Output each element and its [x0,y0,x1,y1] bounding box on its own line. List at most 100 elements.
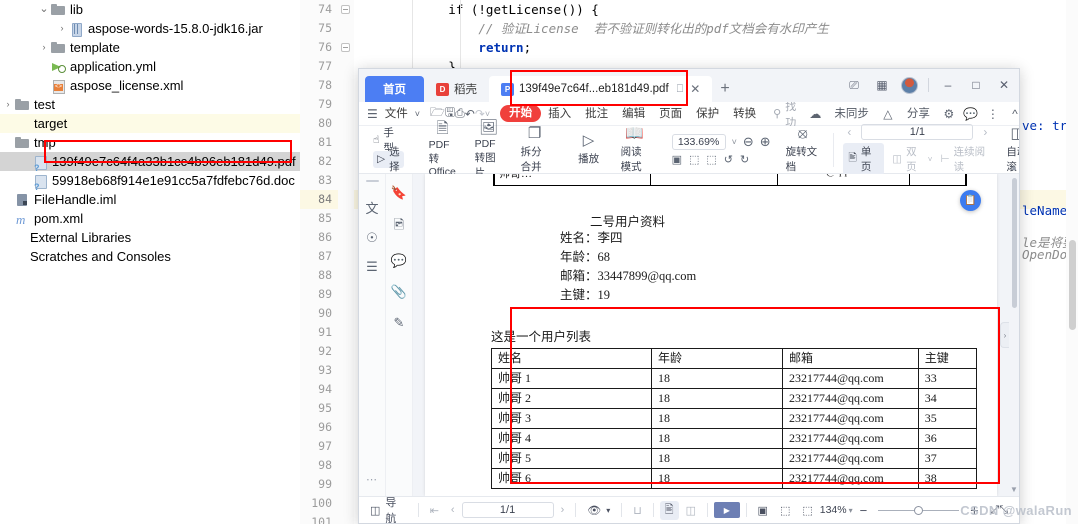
pager-group[interactable]: ‹ 1/1 › 🖹 单页 ◫ 双页 ˅ ⊢ 连续阅读 [837,124,997,175]
tree-item[interactable]: › test [0,95,300,114]
pdf-to-office-button[interactable]: 🗎 PDF转Office [420,121,466,179]
tree-item[interactable]: ⌄ lib [0,0,300,19]
rotate-right-icon[interactable]: ↻ [740,153,749,166]
panel-rail[interactable]: 🔖 🖻 💬 📎 ✎ [386,174,413,496]
attachment-icon[interactable]: 📎 [391,284,407,300]
view-mode-single[interactable]: 🖹 单页 [843,143,885,175]
tab-strip[interactable]: 首页 D 稻壳 P 139f49e7c64f...eb181d49.pdf ⎕ … [359,69,1019,102]
page-scrollbar-thumb[interactable] [1012,178,1017,308]
tree-item[interactable]: Scratches and Consoles [0,247,300,266]
editor-scrollbar-thumb[interactable] [1069,240,1076,330]
reading-mode-button[interactable]: 📖 阅读模式 [612,125,658,173]
close-button[interactable]: ✕ [995,78,1013,92]
copy-compare-icon[interactable]: 📋 [960,190,981,211]
chevron-down-icon[interactable]: ▾ [849,506,853,515]
fit-visible-icon[interactable]: ⬚ [797,504,817,517]
tab-pdf-file[interactable]: P 139f49e7c64f...eb181d49.pdf ⎕ ✕ [489,76,713,102]
tree-item[interactable]: target [0,114,300,133]
maximize-button[interactable]: □ [967,78,985,92]
left-tool-rail[interactable]: 文 ☉ ☰ ⋯ [359,174,386,496]
eye-icon[interactable]: 👁 ▾ [582,504,615,517]
play-button[interactable]: ▷ 播放 [566,128,612,172]
sync-status-label[interactable]: 未同步 [827,104,876,124]
image-icon[interactable]: 🖻 [394,216,404,238]
zoom-group[interactable]: 133.69% ˅ ⊖ ⊕ ▣ ⬚ ⬚ ↺ ↻ [666,133,777,166]
tab-home[interactable]: 首页 [365,76,424,102]
zoom-out-icon[interactable]: ⊖ [743,134,754,150]
play-icon[interactable]: ▶ [714,502,740,518]
scroll-down-arrow[interactable]: ▼ [1010,485,1018,494]
first-page-icon[interactable]: ⇤ [425,504,444,517]
ribbon-tab-annotate[interactable]: 批注 [578,104,615,124]
chevron-right-icon[interactable]: › [979,125,991,139]
editor-fold-strip[interactable] [338,0,354,524]
zoom-value[interactable]: 133.69% [671,133,726,150]
help-icon[interactable]: ☉ [366,230,378,246]
file-menu[interactable]: 文件 [378,104,415,124]
ribbon-tab-insert[interactable]: 插入 [541,104,578,124]
tab-docer[interactable]: D 稻壳 [424,76,489,102]
new-tab-button[interactable]: + [720,80,729,98]
split-merge-button[interactable]: ❐ 拆分合并 [512,125,558,173]
ribbon-tab-protect[interactable]: 保护 [689,104,726,124]
rotate-left-icon[interactable]: ↺ [724,153,733,166]
minimize-button[interactable]: – [939,78,957,92]
ribbon-toolbar[interactable]: ☝ 手型 ▷ 选择 🗎 PDF转Office 🖼 PDF转图片 ❐ 拆分合并 ▷… [359,119,1019,179]
zoom-slider-knob[interactable] [914,505,924,515]
tree-item[interactable]: pom.xml [0,209,300,229]
next-page-icon[interactable]: › [556,504,570,516]
view-mode-double[interactable]: ◫ 双页 ˅ [892,144,932,174]
fit-page-icon[interactable]: ▣ [672,153,682,166]
fold-marker[interactable] [341,43,350,52]
share-icon[interactable]: △ [878,107,898,121]
fit-height-icon[interactable]: ⊔ [628,504,647,517]
tree-item[interactable]: application.yml [0,57,300,76]
pdf-page[interactable]: 帅哥… … 23217744@qq.com 4 二号用户资料 姓名：李四 年龄：… [425,174,997,496]
chevron-right-icon[interactable]: › [56,19,68,38]
page-scrollbar[interactable]: ▲ ▼ [1009,163,1019,496]
avatar[interactable] [901,76,918,94]
pdf-to-image-button[interactable]: 🖼 PDF转图片 [466,119,512,179]
chevron-down-icon[interactable]: ˅ [415,109,420,119]
fit-width-icon[interactable]: ⬚ [689,153,699,166]
tree-item[interactable]: › template [0,38,300,57]
grid-icon[interactable]: ▦ [873,78,891,92]
double-page-icon[interactable]: ◫ [681,504,701,517]
tree-item[interactable]: External Libraries [0,228,300,247]
sync-icon[interactable]: ☁ [805,107,825,121]
ribbon-tab-convert[interactable]: 转换 [726,104,763,124]
gear-icon[interactable]: ⚙ [939,107,959,121]
side-panel-handle[interactable]: › [1000,322,1009,349]
chevron-down-icon[interactable]: ˅ [732,137,737,147]
hamburger-icon[interactable]: ☰ [367,107,378,121]
comment-icon[interactable]: 💬 [961,107,981,121]
layout-icon[interactable]: ⎚ [845,78,863,93]
status-zoom-value[interactable]: 134% [820,504,847,516]
ribbon-tab-start[interactable]: 开始 [500,105,542,122]
close-icon[interactable]: ✕ [690,82,700,96]
ribbon-tab-page[interactable]: 页面 [652,104,689,124]
undo-icon[interactable]: ↶ [465,107,475,121]
fit-width-icon[interactable]: ⬚ [775,504,795,517]
ribbon-tab-edit[interactable]: 编辑 [615,104,652,124]
zoom-minus-button[interactable]: − [855,503,873,518]
settings-sliders-icon[interactable]: ☰ [366,259,378,275]
status-bar[interactable]: ◫ 导航 ⇤ ‹ 1/1 › 👁 ▾ ⊔ 🖹 ◫ ▶ ▣ ⬚ ⬚ 134% ▾ − [359,496,1019,523]
chevron-left-icon[interactable]: ‹ [843,125,855,139]
more-icon[interactable]: ⋮ [983,107,1003,121]
collapse-ribbon-icon[interactable]: ^ [1005,107,1019,121]
translate-icon[interactable]: 文 [365,198,378,217]
tree-item[interactable]: › aspose-words-15.8.0-jdk16.jar [0,19,300,38]
wps-pdf-window[interactable]: 首页 D 稻壳 P 139f49e7c64f...eb181d49.pdf ⎕ … [358,68,1020,524]
share-label[interactable]: 分享 [900,104,937,124]
view-mode-continuous[interactable]: ⊢ 连续阅读 [940,144,991,174]
rail-grip[interactable] [365,180,379,182]
more-dots-icon[interactable]: ⋯ [366,473,378,486]
scroll-up-arrow[interactable]: ▲ [1010,163,1018,172]
page-viewport[interactable]: 帅哥… … 23217744@qq.com 4 二号用户资料 姓名：李四 年龄：… [413,174,1009,496]
chevron-down-icon[interactable]: ⌄ [38,4,50,15]
menu-bar[interactable]: ☰ 文件 ˅ 🗁 🖫 ⎙ ↶ ↷ ˅ 开始 插入 批注 编辑 页面 保护 转换 … [359,85,1019,145]
print-icon[interactable]: ⎙ [455,106,465,121]
single-page-icon[interactable]: 🖹 [659,500,679,520]
bookmark-icon[interactable]: 🔖 [391,185,407,201]
